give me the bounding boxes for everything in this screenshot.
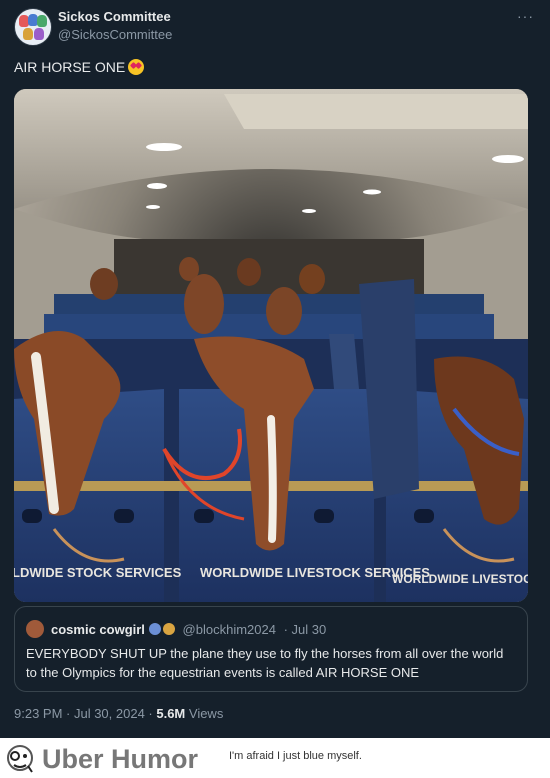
quoted-tweet[interactable]: cosmic cowgirl @blockhim2024 · Jul 30 EV… xyxy=(14,606,528,692)
quoted-header: cosmic cowgirl @blockhim2024 · Jul 30 xyxy=(51,622,326,637)
quoted-handle[interactable]: @blockhim2024 xyxy=(183,622,276,637)
brand-name: Uber Humor xyxy=(42,744,199,774)
brand-caption: I'm afraid I just blue myself. xyxy=(229,750,362,762)
crate-label-left: LDWIDE STOCK SERVICES xyxy=(14,565,182,580)
timestamp[interactable]: 9:23 PM · Jul 30, 2024 · xyxy=(14,706,156,721)
crate-label-right: WORLDWIDE LIVESTOCK SERVICES xyxy=(392,572,528,586)
quoted-date: · Jul 30 xyxy=(283,622,327,637)
tweet-footer: 9:23 PM · Jul 30, 2024 · 5.6M Views xyxy=(14,706,223,721)
display-name[interactable]: Sickos Committee xyxy=(58,9,171,24)
quoted-avatar[interactable] xyxy=(26,620,44,638)
profile-avatar[interactable] xyxy=(14,8,52,46)
cowboy-badge-icon xyxy=(162,623,175,635)
tweet-photo[interactable]: LDWIDE STOCK SERVICES WORLDWIDE LIVESTOC… xyxy=(14,89,528,602)
quoted-text: EVERYBODY SHUT UP the plane they use to … xyxy=(26,646,504,680)
tweet-text-body: AIR HORSE ONE xyxy=(14,59,126,75)
heart-eyes-emoji-icon xyxy=(128,59,145,75)
tweet-text: AIR HORSE ONE xyxy=(14,59,145,75)
views-label: Views xyxy=(185,706,224,721)
quoted-display-name[interactable]: cosmic cowgirl xyxy=(51,622,145,637)
monocle-face-icon xyxy=(7,745,33,773)
more-options-icon[interactable]: ··· xyxy=(517,8,534,24)
views-count: 5.6M xyxy=(156,706,186,721)
user-handle[interactable]: @SickosCommittee xyxy=(58,27,172,42)
horse-plane-photo: LDWIDE STOCK SERVICES WORLDWIDE LIVESTOC… xyxy=(14,89,528,602)
tweet-card: Sickos Committee @SickosCommittee ··· AI… xyxy=(0,0,550,738)
globe-badge-icon xyxy=(148,623,161,635)
